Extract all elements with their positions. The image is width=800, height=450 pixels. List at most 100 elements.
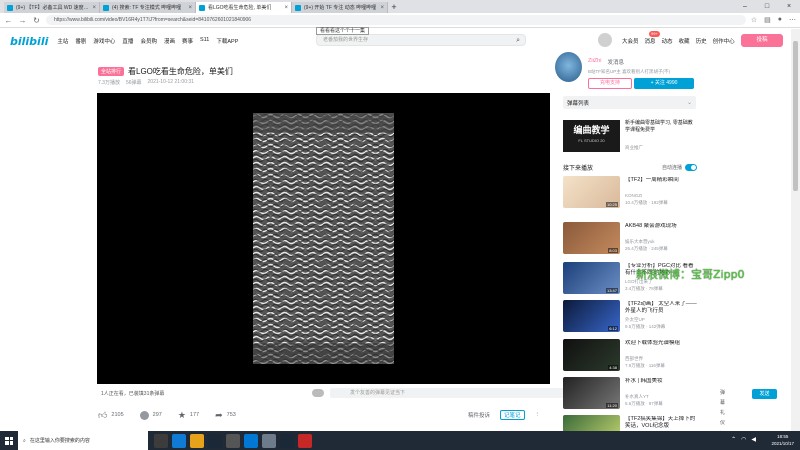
rec-item-5[interactable]: 11:20 补水 | 韩国美妆 补水真人YT 5.6万播放 · 97弹幕 [563, 377, 698, 410]
search-icon: ⌕ [23, 437, 26, 444]
nav-messages[interactable]: 消息 [645, 37, 656, 45]
rec-item-3[interactable]: 6:12 【TF2动画】 太空人来了——外星人的飞行员 外太空UP 9.5万播放… [563, 300, 698, 333]
favorite-button[interactable]: ★ 177 [178, 410, 199, 421]
forward-icon[interactable]: → [18, 16, 27, 25]
charge-button[interactable]: 充电支持 [588, 78, 632, 89]
site-logo[interactable]: bilibili [10, 35, 48, 48]
danmaku-list-toggle[interactable]: 弹幕列表 ⌄ [563, 96, 696, 109]
media-icon[interactable] [298, 433, 312, 448]
app-icon[interactable] [226, 433, 240, 448]
share-button[interactable]: ➦ 753 [215, 410, 236, 421]
file-explorer-icon[interactable] [190, 433, 204, 448]
store-icon[interactable] [244, 433, 258, 448]
close-tab-icon[interactable]: × [92, 5, 96, 11]
autoplay-control[interactable]: 自动连播 [662, 163, 697, 171]
more-icon[interactable]: ⋮ [535, 412, 541, 418]
minimize-icon[interactable]: – [734, 0, 756, 13]
video-player[interactable] [97, 93, 550, 384]
rec-item-1[interactable]: 8:03 AKB48 聚会游戏现场 娱乐大本营yuk 26.4万播放 · 245… [563, 222, 698, 255]
share-count: 753 [226, 412, 236, 418]
nav-favorites[interactable]: 收藏 [679, 37, 690, 45]
nav-item-game-center[interactable]: 游戏中心 [93, 37, 115, 45]
browser-tab-0[interactable]: (9+) 【TF】必备工具 WD 速度对比 × [4, 2, 100, 13]
nav-item-s11[interactable]: S11 [200, 37, 209, 45]
rec-thumbnail: 13:47 [563, 262, 620, 294]
rec-stats: 5.6万播放 · 97弹幕 [625, 401, 663, 406]
video-frame[interactable] [253, 113, 394, 364]
ad-image-subtitle: FL STUDIO 20 [578, 138, 605, 143]
collections-icon[interactable]: ▤ [764, 16, 771, 24]
close-tab-icon[interactable]: × [380, 5, 384, 11]
new-tab-button[interactable]: + [388, 2, 400, 13]
rec-item-6[interactable]: 【TF2搞笑集锦】天上掉下的笑话，VOL纪念版 [563, 415, 698, 431]
note-button[interactable]: 记笔记 [499, 410, 525, 420]
rec-item-0[interactable]: 10:25 【TF2】一周精彩瞬间 KONGZI 10.4万播放 · 192弹幕 [563, 176, 698, 209]
taskbar-search[interactable]: ⌕ 在这里输入你要搜索的内容 [18, 431, 148, 450]
uploader-avatar[interactable] [555, 52, 582, 82]
danmaku-placeholder: 发个友善的弹幕见证当下 [350, 390, 406, 396]
browser-tab-2[interactable]: 看LGO吃看生命危险, 单美们 × [196, 2, 292, 13]
url-field[interactable]: https://www.bilibili.com/video/BV16R4y1T… [46, 15, 746, 25]
search-input[interactable]: 老番茄我的世界生存 ⌕ [316, 34, 526, 46]
nav-history[interactable]: 历史 [696, 37, 707, 45]
maximize-icon[interactable]: □ [756, 0, 778, 13]
close-window-icon[interactable]: × [778, 0, 800, 13]
uploader-name[interactable]: ZiiZhi [588, 58, 601, 66]
clock-date: 2021/10/17 [771, 441, 794, 446]
like-button[interactable]: 👍︎ 2105 [98, 410, 124, 421]
volume-icon[interactable]: ◀ [751, 436, 756, 443]
report-link[interactable]: 稿件投诉 [468, 411, 490, 419]
profile-icon[interactable]: ● [778, 16, 782, 24]
star-icon[interactable]: ☆ [751, 16, 757, 24]
rec-thumbnail: 4:38 [563, 339, 620, 371]
autoplay-switch[interactable] [685, 163, 697, 171]
rec-duration: 4:38 [608, 365, 618, 370]
rec-thumbnail: 8:03 [563, 222, 620, 254]
steam-icon[interactable] [208, 433, 222, 448]
follow-button[interactable]: + 关注 4990 [634, 78, 694, 89]
search-placeholder: 老番茄我的世界生存 [323, 37, 369, 43]
nav-item-manga[interactable]: 漫画 [164, 37, 175, 45]
nav-item-anime[interactable]: 番剧 [75, 37, 86, 45]
send-message-link[interactable]: 发消息 [607, 58, 624, 66]
nav-creator-center[interactable]: 创作中心 [713, 37, 735, 45]
rec-item-4[interactable]: 4:38 欢迎下载体验光谱模组 西部世界 7.9万播放 · 116弹幕 [563, 339, 698, 372]
uploader-desc: B站TF知名UP主 喜欢看别人打黑胡子(不) [588, 69, 670, 74]
ranking-tag[interactable]: 全站排行 [98, 67, 125, 76]
nav-item-live[interactable]: 直播 [122, 37, 133, 45]
browser-tab-3[interactable]: (9+) 开始 TF 专注 动态 哔哩哔哩 × [292, 2, 388, 13]
nav-item-home[interactable]: 主站 [57, 37, 68, 45]
menu-icon[interactable]: ⋯ [789, 16, 796, 24]
search-icon[interactable]: ⌕ [516, 35, 520, 46]
chevron-up-icon[interactable]: ⌃ [731, 436, 736, 443]
browser-tab-1[interactable]: (4) 搜索: TF 专注模式 哔哩哔哩 × [100, 2, 196, 13]
steam-icon-2[interactable] [280, 433, 294, 448]
edge-icon[interactable] [172, 433, 186, 448]
tab-title: (9+) 开始 TF 专注 动态 哔哩哔哩 [304, 5, 377, 11]
user-avatar[interactable] [598, 33, 612, 47]
task-view-icon[interactable] [154, 433, 168, 448]
nav-item-download[interactable]: 下载APP [216, 37, 238, 45]
close-tab-icon[interactable]: × [188, 5, 192, 11]
nav-vip[interactable]: 大会员 [622, 37, 639, 45]
video-meta: 7.3万播放 56弹幕 2021-10-12 21:00:31 [98, 79, 194, 86]
nav-item-mall[interactable]: 会员购 [140, 37, 157, 45]
clock[interactable]: 18:55 2021/10/17 [771, 433, 794, 447]
danmaku-toggle[interactable] [312, 389, 324, 397]
tab-title: (9+) 【TF】必备工具 WD 速度对比 [16, 5, 90, 11]
nav-item-esports[interactable]: 赛事 [182, 37, 193, 45]
upload-button[interactable]: 投稿 [741, 34, 783, 47]
ad-card[interactable]: 编曲教学 FL STUDIO 20 新手编曲零基础学习, 零基础教学课程免费学 … [563, 118, 696, 154]
close-tab-icon[interactable]: × [284, 5, 288, 11]
start-button[interactable] [0, 431, 18, 450]
settings-icon[interactable] [262, 433, 276, 448]
coin-button[interactable]: 297 [139, 410, 162, 420]
danmaku-send-button[interactable]: 发送 [752, 389, 777, 399]
nav-dynamic[interactable]: 动态 [662, 37, 673, 45]
page-scrollbar[interactable] [791, 29, 800, 431]
publish-date: 2021-10-12 21:00:31 [147, 79, 194, 85]
reload-icon[interactable]: ↻ [32, 16, 41, 25]
back-icon[interactable]: ← [4, 16, 13, 25]
scrollbar-thumb[interactable] [793, 41, 798, 191]
network-icon[interactable]: ◠ [741, 436, 746, 443]
